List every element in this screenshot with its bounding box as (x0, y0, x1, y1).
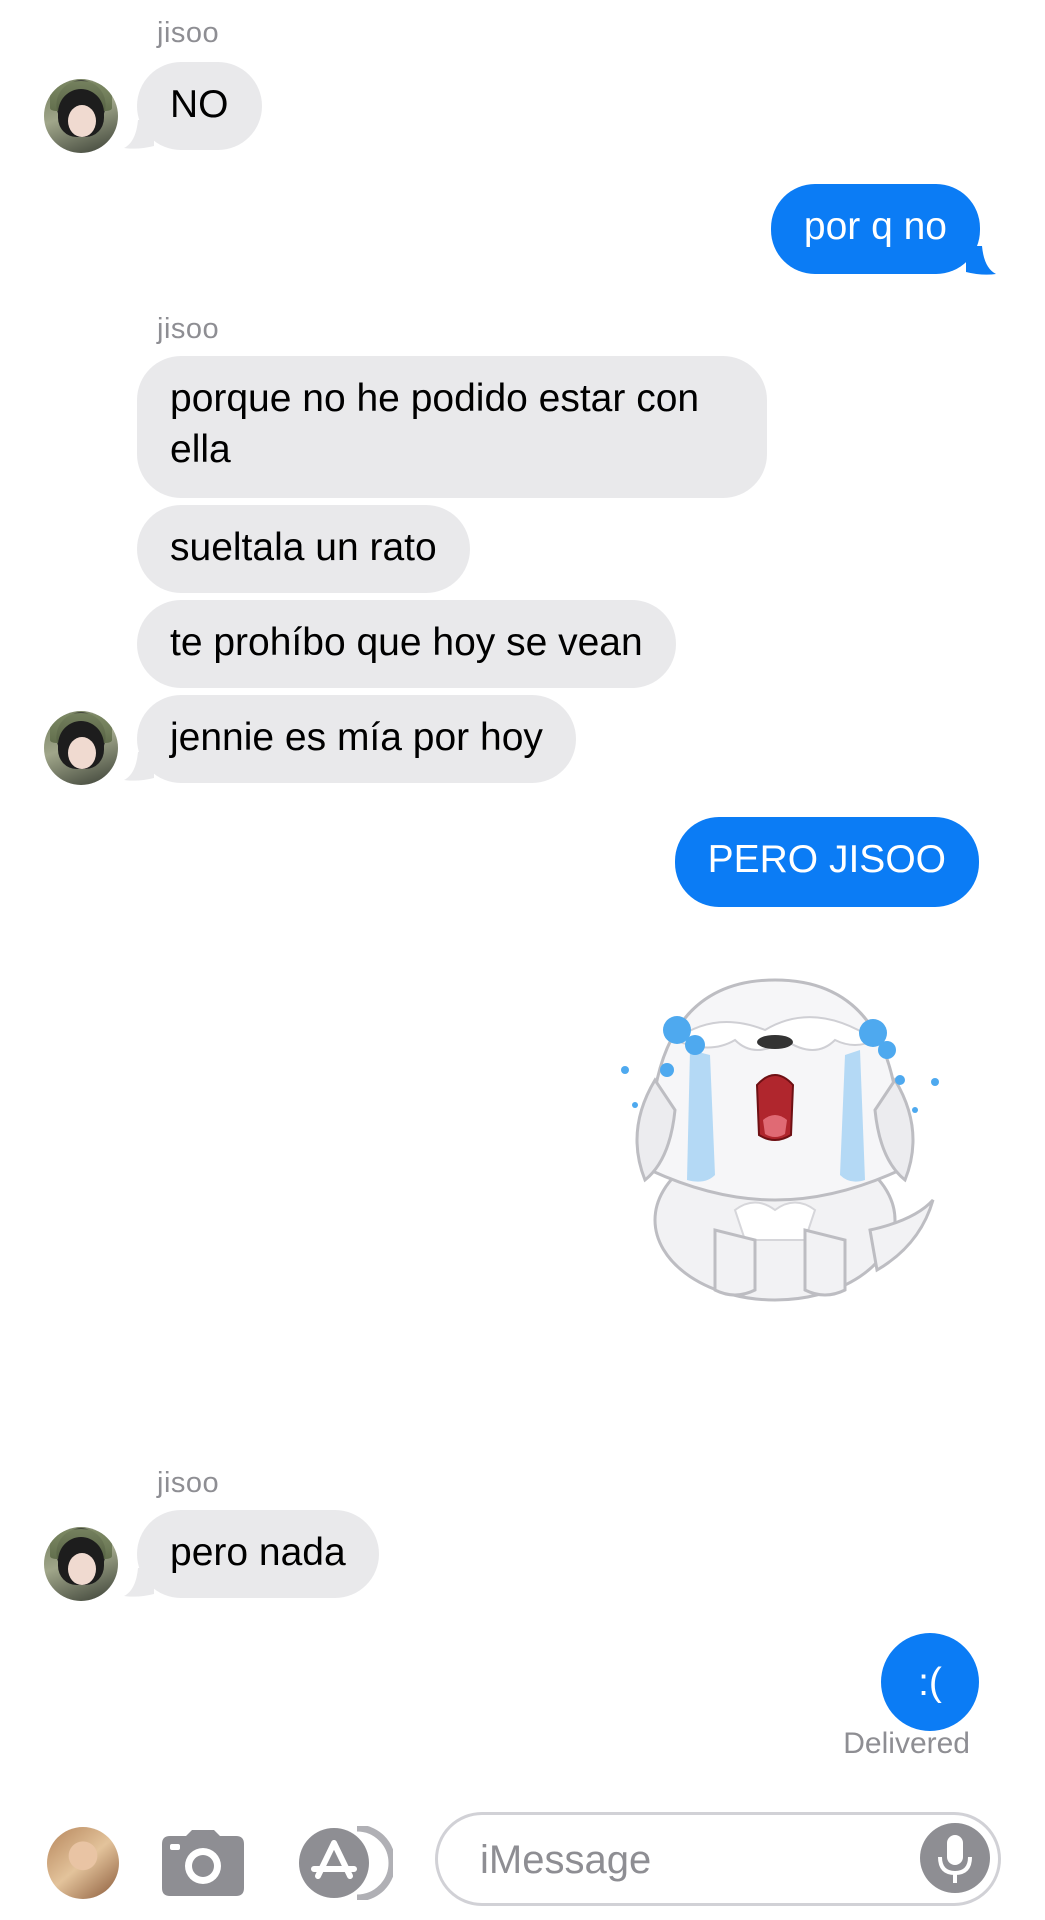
message-bubble-outgoing[interactable]: PERO JISOO (674, 817, 979, 907)
app-store-icon[interactable] (297, 1826, 393, 1900)
message-bubble-outgoing[interactable]: :( (881, 1633, 979, 1731)
my-avatar-button[interactable] (47, 1827, 119, 1899)
imessage-input[interactable] (478, 1827, 902, 1893)
microphone-icon (938, 1835, 972, 1883)
message-bubble-outgoing[interactable]: por q no (770, 184, 980, 274)
message-bubble-incoming[interactable]: NO (137, 62, 262, 150)
microphone-button[interactable] (920, 1823, 990, 1893)
message-bubble-incoming[interactable]: sueltala un rato (137, 505, 470, 593)
crying-dog-sticker[interactable] (615, 970, 945, 1310)
sender-name: jisoo (157, 1467, 220, 1499)
contact-avatar[interactable] (44, 711, 118, 785)
message-bubble-incoming[interactable]: pero nada (137, 1510, 379, 1598)
bubble-tail (966, 246, 996, 275)
message-bubble-incoming[interactable]: porque no he podido estar con ella (137, 356, 767, 498)
sender-name: jisoo (157, 17, 220, 49)
camera-icon[interactable] (162, 1830, 244, 1896)
delivery-status: Delivered (843, 1727, 970, 1760)
message-field[interactable] (435, 1812, 1001, 1906)
contact-avatar[interactable] (44, 1527, 118, 1601)
message-bubble-incoming[interactable]: te prohíbo que hoy se vean (137, 600, 676, 688)
contact-avatar[interactable] (44, 79, 118, 153)
sender-name: jisoo (157, 313, 220, 345)
message-bubble-incoming[interactable]: jennie es mía por hoy (137, 695, 576, 783)
